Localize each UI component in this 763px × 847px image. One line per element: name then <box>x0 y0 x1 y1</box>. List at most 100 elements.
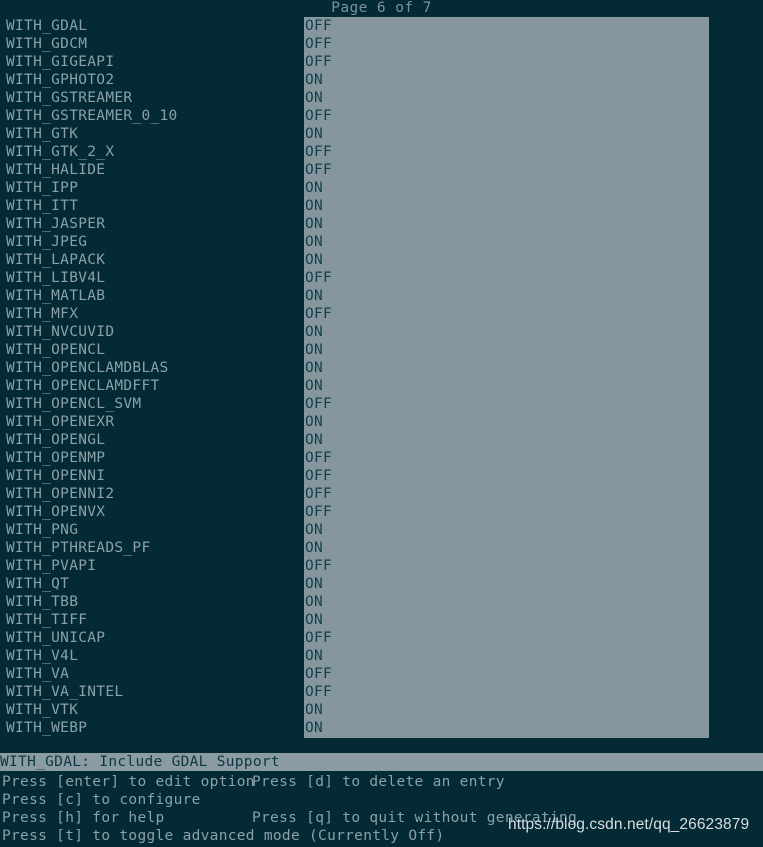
option-value[interactable]: ON <box>305 575 323 593</box>
option-value[interactable]: ON <box>305 413 323 431</box>
option-row[interactable]: WITH_OPENGL ON <box>0 431 763 449</box>
option-value[interactable]: ON <box>305 647 323 665</box>
option-row[interactable]: WITH_OPENCLAMDBLAS ON <box>0 359 763 377</box>
option-value[interactable]: ON <box>305 431 323 449</box>
option-row[interactable]: WITH_TIFF ON <box>0 611 763 629</box>
option-row[interactable]: WITH_PTHREADS_PF ON <box>0 539 763 557</box>
option-value[interactable]: ON <box>305 179 323 197</box>
option-row[interactable]: WITH_OPENCL_SVM OFF <box>0 395 763 413</box>
option-value[interactable]: ON <box>305 377 323 395</box>
option-row[interactable]: WITH_VTK ON <box>0 701 763 719</box>
cmake-options-list[interactable]: WITH_GDAL OFF WITH_GDCM OFF WITH_GIGEAPI OFF W… <box>0 17 763 738</box>
option-row[interactable]: WITH_OPENVX OFF <box>0 503 763 521</box>
option-value[interactable]: ON <box>305 215 323 233</box>
option-row[interactable]: WITH_IPP ON <box>0 179 763 197</box>
option-row[interactable]: WITH_OPENMP OFF <box>0 449 763 467</box>
option-row[interactable]: WITH_PNG ON <box>0 521 763 539</box>
option-name: WITH_MATLAB <box>6 288 106 304</box>
option-value[interactable]: ON <box>305 593 323 611</box>
option-row[interactable]: WITH_QT ON <box>0 575 763 593</box>
options-rows[interactable]: WITH_GDAL OFF WITH_GDCM OFF WITH_GIGEAPI OFF W… <box>0 17 763 737</box>
option-name: WITH_GSTREAMER_0_10 <box>6 108 178 124</box>
option-name: WITH_OPENNI <box>6 468 106 484</box>
option-value[interactable]: OFF <box>305 395 332 413</box>
option-value[interactable]: ON <box>305 251 323 269</box>
option-value[interactable]: OFF <box>305 107 332 125</box>
option-row[interactable]: WITH_JASPER ON <box>0 215 763 233</box>
option-value[interactable]: OFF <box>305 629 332 647</box>
option-value[interactable]: ON <box>305 521 323 539</box>
option-name: WITH_OPENCLAMDFFT <box>6 378 160 394</box>
option-row[interactable]: WITH_ITT ON <box>0 197 763 215</box>
option-row[interactable]: WITH_UNICAP OFF <box>0 629 763 647</box>
option-value[interactable]: ON <box>305 611 323 629</box>
option-row[interactable]: WITH_HALIDE OFF <box>0 161 763 179</box>
option-name: WITH_VTK <box>6 702 79 718</box>
option-value[interactable]: ON <box>305 125 323 143</box>
option-row[interactable]: WITH_LAPACK ON <box>0 251 763 269</box>
option-value[interactable]: ON <box>305 323 323 341</box>
option-value[interactable]: OFF <box>305 683 332 701</box>
help-key-bindings: Press [enter] to edit option Press [d] to… <box>0 773 763 847</box>
option-value[interactable]: ON <box>305 197 323 215</box>
option-value[interactable]: OFF <box>305 35 332 53</box>
option-value[interactable]: OFF <box>305 305 332 323</box>
help-line-right: Press [d] to delete an entry <box>252 774 505 790</box>
option-name: WITH_PVAPI <box>6 558 97 574</box>
option-row[interactable]: WITH_GSTREAMER ON <box>0 89 763 107</box>
option-row[interactable]: WITH_JPEG ON <box>0 233 763 251</box>
option-row[interactable]: WITH_GIGEAPI OFF <box>0 53 763 71</box>
option-row[interactable]: WITH_GSTREAMER_0_10 OFF <box>0 107 763 125</box>
option-value[interactable]: OFF <box>305 143 332 161</box>
option-name: WITH_UNICAP <box>6 630 106 646</box>
option-value[interactable]: ON <box>305 71 323 89</box>
option-value[interactable]: OFF <box>305 17 332 35</box>
option-value[interactable]: ON <box>305 701 323 719</box>
option-value[interactable]: OFF <box>305 269 332 287</box>
option-value[interactable]: ON <box>305 287 323 305</box>
option-value[interactable]: OFF <box>305 557 332 575</box>
option-name: WITH_OPENMP <box>6 450 106 466</box>
option-row[interactable]: WITH_VA_INTEL OFF <box>0 683 763 701</box>
status-bar: WITH_GDAL: Include GDAL Support <box>0 753 763 771</box>
option-row[interactable]: WITH_GPHOTO2 ON <box>0 71 763 89</box>
option-row[interactable]: WITH_OPENEXR ON <box>0 413 763 431</box>
option-value[interactable]: OFF <box>305 161 332 179</box>
option-row[interactable]: WITH_GDAL OFF <box>0 17 763 35</box>
option-value[interactable]: ON <box>305 341 323 359</box>
option-value[interactable]: OFF <box>305 485 332 503</box>
option-value[interactable]: OFF <box>305 503 332 521</box>
help-line-left: Press [c] to configure <box>2 792 201 808</box>
option-row[interactable]: WITH_PVAPI OFF <box>0 557 763 575</box>
option-value[interactable]: ON <box>305 719 323 737</box>
option-row[interactable]: WITH_OPENCL ON <box>0 341 763 359</box>
option-row[interactable]: WITH_OPENNI OFF <box>0 467 763 485</box>
option-value[interactable]: ON <box>305 359 323 377</box>
help-line: Press [c] to configure <box>0 791 763 809</box>
option-row[interactable]: WITH_V4L ON <box>0 647 763 665</box>
option-row[interactable]: WITH_GTK ON <box>0 125 763 143</box>
option-value[interactable]: OFF <box>305 665 332 683</box>
option-row[interactable]: WITH_WEBP ON <box>0 719 763 737</box>
option-row[interactable]: WITH_VA OFF <box>0 665 763 683</box>
option-name: WITH_OPENCLAMDBLAS <box>6 360 169 376</box>
option-row[interactable]: WITH_NVCUVID ON <box>0 323 763 341</box>
option-name: WITH_JASPER <box>6 216 106 232</box>
option-value[interactable]: ON <box>305 539 323 557</box>
option-row[interactable]: WITH_OPENCLAMDFFT ON <box>0 377 763 395</box>
option-row[interactable]: WITH_GTK_2_X OFF <box>0 143 763 161</box>
option-value[interactable]: ON <box>305 233 323 251</box>
option-value[interactable]: OFF <box>305 53 332 71</box>
ccmake-terminal-screen: Page 6 of 7 WITH_GDAL OFF WITH_GDCM OFF WITH… <box>0 0 763 847</box>
option-name: WITH_GDAL <box>6 18 88 34</box>
option-row[interactable]: WITH_MFX OFF <box>0 305 763 323</box>
option-row[interactable]: WITH_MATLAB ON <box>0 287 763 305</box>
option-row[interactable]: WITH_GDCM OFF <box>0 35 763 53</box>
option-value[interactable]: OFF <box>305 449 332 467</box>
option-name: WITH_OPENNI2 <box>6 486 115 502</box>
option-value[interactable]: OFF <box>305 467 332 485</box>
option-row[interactable]: WITH_LIBV4L OFF <box>0 269 763 287</box>
option-row[interactable]: WITH_TBB ON <box>0 593 763 611</box>
option-row[interactable]: WITH_OPENNI2 OFF <box>0 485 763 503</box>
option-value[interactable]: ON <box>305 89 323 107</box>
